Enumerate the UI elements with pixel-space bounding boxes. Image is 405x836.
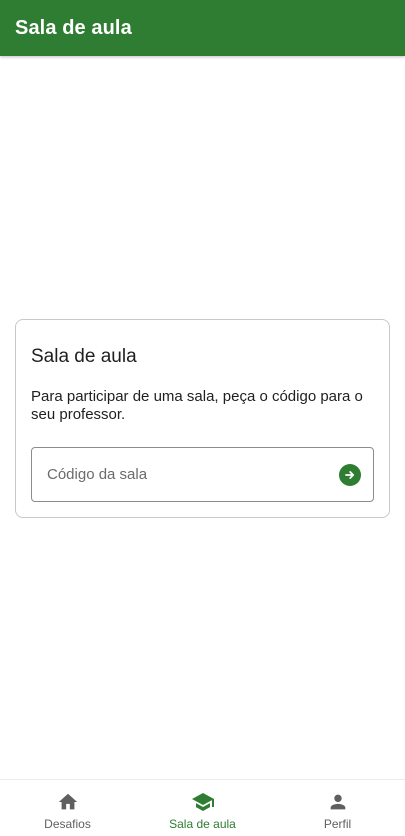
nav-label-sala-de-aula: Sala de aula <box>169 817 236 831</box>
nav-item-perfil[interactable]: Perfil <box>270 780 405 836</box>
bottom-navigation: Desafios Sala de aula Perfil <box>0 779 405 836</box>
arrow-right-circle-icon <box>345 471 355 479</box>
submit-code-button[interactable] <box>339 464 361 486</box>
nav-label-perfil: Perfil <box>323 817 352 831</box>
app-root: Sala de aula Sala de aula Para participa… <box>0 0 405 836</box>
home-icon <box>56 790 80 814</box>
classroom-card: Sala de aula Para participar de uma sala… <box>15 319 390 518</box>
nav-item-desafios[interactable]: Desafios <box>0 780 135 836</box>
room-code-field <box>31 447 374 502</box>
card-title: Sala de aula <box>31 346 137 367</box>
nav-item-sala-de-aula[interactable]: Sala de aula <box>135 780 270 836</box>
app-bar-title: Sala de aula <box>15 16 132 39</box>
card-description: Para participar de uma sala, peça o códi… <box>31 388 363 423</box>
nav-label-desafios: Desafios <box>44 817 91 831</box>
app-bar: Sala de aula <box>0 0 405 56</box>
graduation-cap-icon <box>191 790 215 814</box>
person-icon <box>326 790 350 814</box>
room-code-input[interactable] <box>32 448 332 501</box>
